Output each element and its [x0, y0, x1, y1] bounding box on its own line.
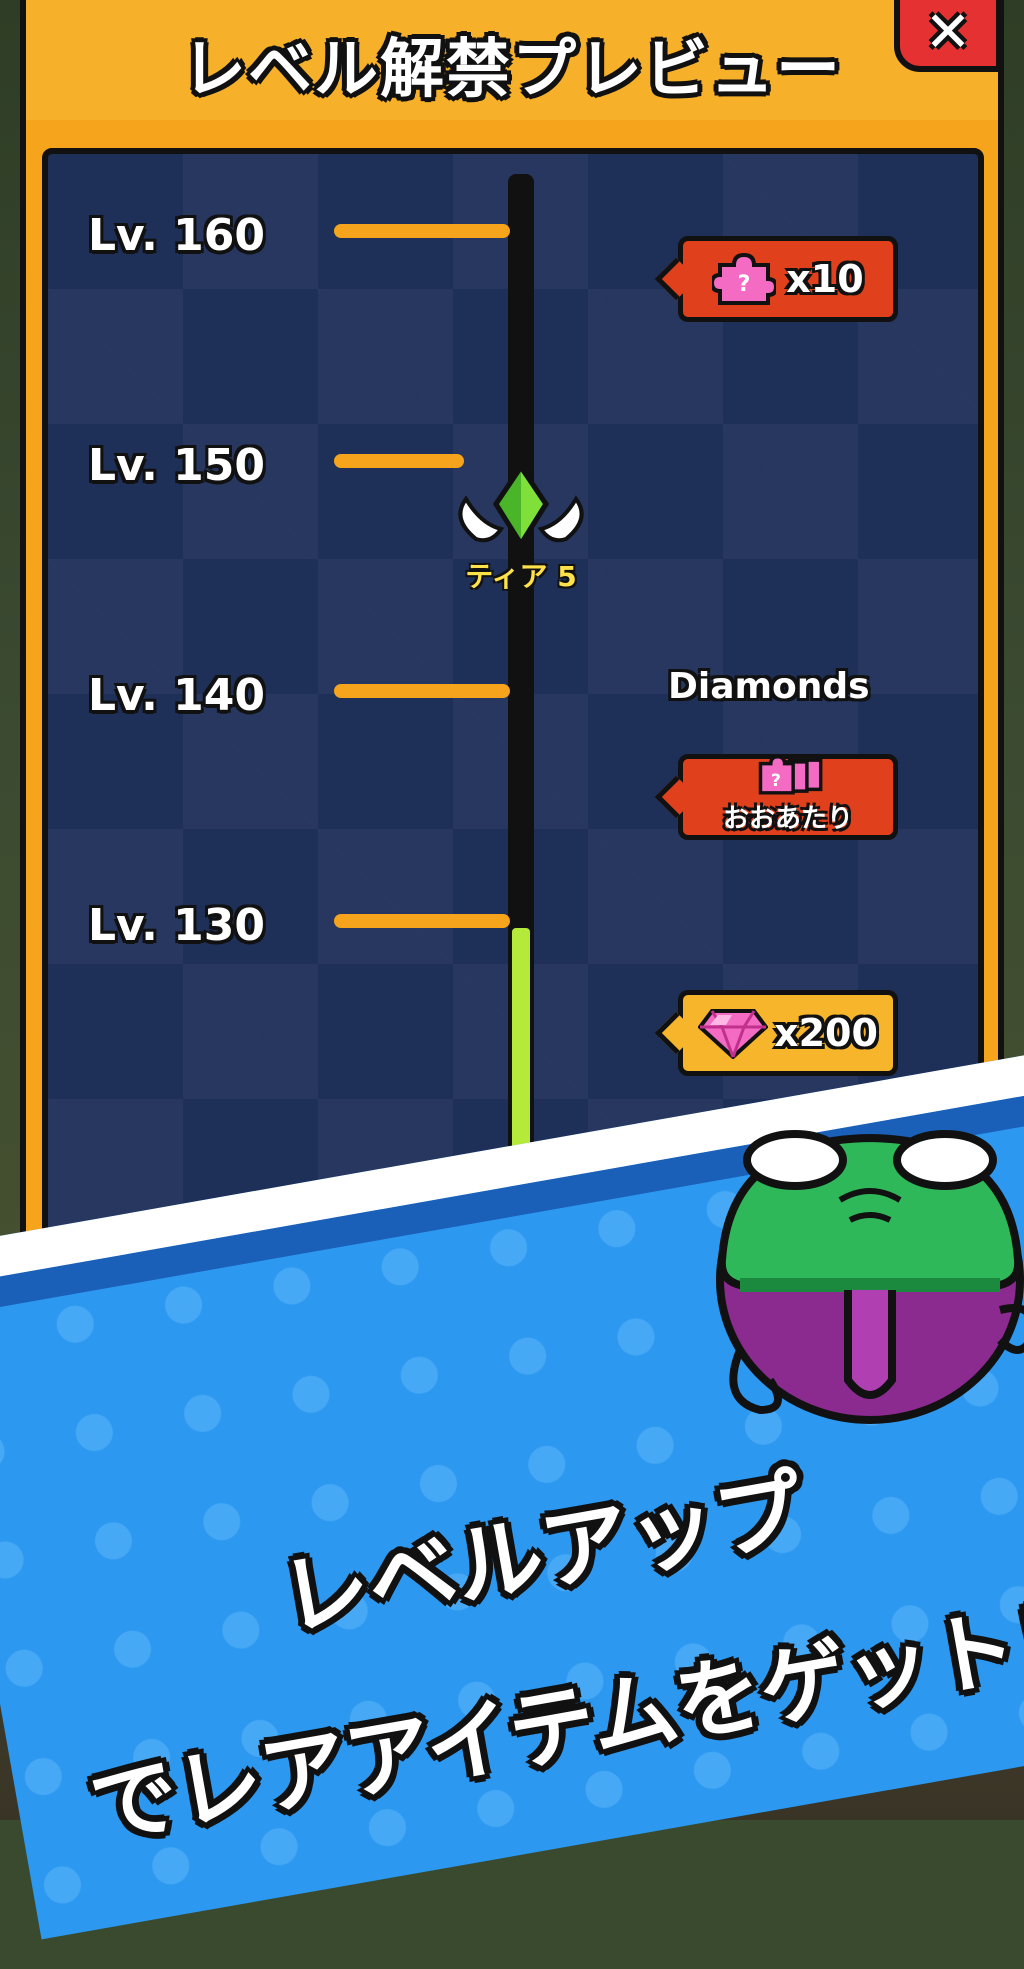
- level-label-140: Lv. 140: [88, 670, 266, 721]
- svg-text:?: ?: [771, 771, 781, 791]
- reward-lv140[interactable]: ? おおあたり: [654, 754, 898, 840]
- level-tick-150: [334, 454, 464, 468]
- level-label-130: Lv. 130: [88, 900, 266, 951]
- progress-track: [508, 174, 534, 1254]
- close-button[interactable]: ✕: [894, 0, 1002, 72]
- reward-lv160-amount: x10: [786, 257, 864, 301]
- tier-marker[interactable]: ティア 5: [446, 459, 596, 593]
- level-tick-130: [334, 914, 510, 928]
- reward-lv160[interactable]: ? x10: [654, 236, 898, 322]
- modal-title: レベル解禁プレビュー: [182, 33, 842, 107]
- level-tick-160: [334, 224, 510, 238]
- winged-green-gem-icon: [458, 462, 584, 549]
- pink-gem-icon: [698, 1009, 769, 1059]
- pink-puzzle-piece-icon: ?: [712, 252, 777, 305]
- pink-puzzle-pieces-stack-icon: ?: [758, 755, 823, 795]
- tier-label: ティア 5: [465, 560, 577, 593]
- reward-lv140-label: おおあたり: [722, 804, 853, 834]
- close-icon: ✕: [924, 0, 972, 65]
- reward-lv130-amount: x200: [774, 1011, 878, 1055]
- svg-text:?: ?: [738, 272, 751, 297]
- frog-mascot-icon: [716, 1130, 1024, 1424]
- level-tick-140: [334, 684, 510, 698]
- reward-lv140-caption: Diamonds: [668, 666, 870, 707]
- level-label-160: Lv. 160: [88, 210, 266, 261]
- reward-lv130[interactable]: x200: [654, 990, 898, 1076]
- level-label-150: Lv. 150: [88, 440, 266, 491]
